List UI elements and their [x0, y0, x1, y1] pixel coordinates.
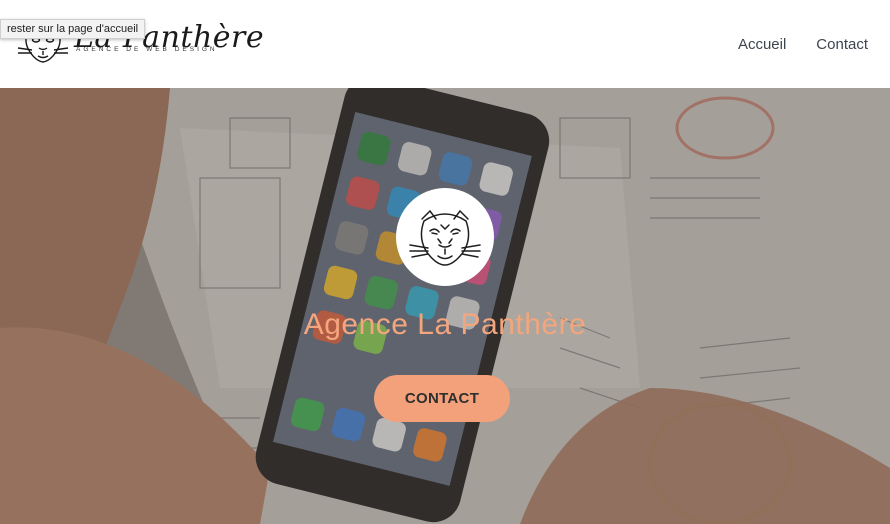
- logo-tooltip: rester sur la page d'accueil: [0, 19, 146, 39]
- hero-overlay: [0, 88, 890, 524]
- contact-cta-button[interactable]: CONTACT: [374, 375, 510, 422]
- panther-head-icon: [409, 209, 481, 266]
- nav-accueil-link[interactable]: Accueil: [738, 36, 786, 53]
- site-header: La Panthère AGENCE DE WEB DESIGN rester …: [0, 0, 890, 88]
- hero-title: Agence La Panthère: [303, 308, 587, 341]
- main-nav: Accueil Contact: [738, 36, 868, 53]
- hero-section: Agence La Panthère CONTACT: [0, 88, 890, 524]
- nav-contact-link[interactable]: Contact: [816, 36, 868, 53]
- logo-tagline: AGENCE DE WEB DESIGN: [76, 46, 218, 53]
- hero-logo-badge: [396, 188, 494, 286]
